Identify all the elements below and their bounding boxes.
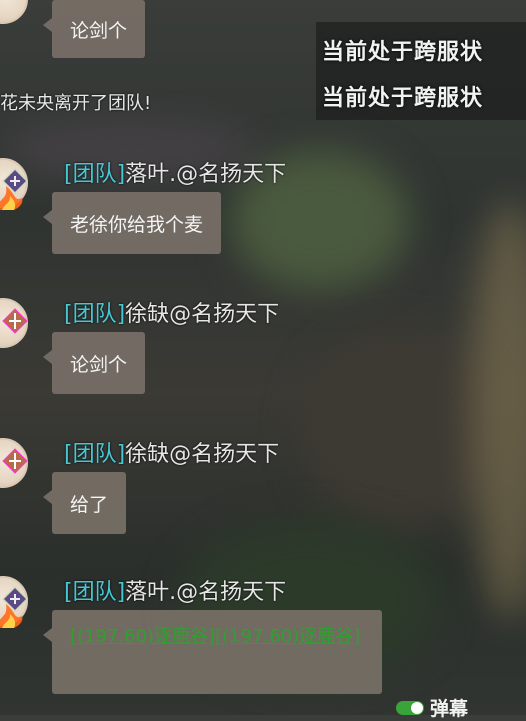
system-message: 花未央离开了团队! — [0, 93, 152, 114]
chat-bubble: 老徐你给我个麦 — [42, 192, 222, 254]
channel-tag: [团队] — [64, 442, 126, 467]
cross-server-notice-line: 当前处于跨服状 — [322, 86, 484, 111]
chat-bubble: 论剑个 — [42, 332, 146, 394]
channel-tag: [团队] — [64, 302, 126, 327]
cross-server-notice-line: 当前处于跨服状 — [322, 40, 484, 65]
channel-tag: [团队] — [64, 162, 126, 187]
sender-name-row[interactable]: [团队]落叶.@名扬天下 — [64, 574, 286, 606]
toggle-switch[interactable] — [396, 700, 424, 715]
danmu-label: 弹幕 — [430, 698, 469, 720]
sender-name-row[interactable]: [团队]落叶.@名扬天下 — [64, 156, 286, 188]
sender-name: 落叶.@名扬天下 — [125, 580, 287, 605]
sect-emblem-icon — [2, 308, 28, 334]
sender-name-row[interactable]: [团队]徐缺@名扬天下 — [64, 436, 279, 468]
channel-tag: [团队] — [64, 580, 126, 605]
sender-name: 徐缺@名扬天下 — [125, 442, 280, 467]
flame-frame-icon — [0, 604, 23, 628]
sender-name: 徐缺@名扬天下 — [125, 302, 280, 327]
message-text: 论剑个 — [70, 19, 128, 42]
sender-name-row[interactable]: [团队]徐缺@名扬天下 — [64, 296, 279, 328]
sender-name: 落叶.@名扬天下 — [125, 162, 287, 187]
chat-bubble: 给了 — [42, 472, 127, 534]
message-text: 给了 — [70, 493, 109, 516]
danmu-toggle[interactable]: 弹幕 — [396, 694, 468, 721]
map-location-link[interactable]: [(197.60)逐鹿谷] — [215, 626, 360, 647]
message-text: 论剑个 — [70, 353, 128, 376]
message-text: 老徐你给我个麦 — [70, 213, 204, 236]
sect-emblem-icon — [2, 448, 28, 474]
flame-frame-icon — [0, 186, 23, 210]
chat-bubble: 论剑个 — [42, 0, 146, 58]
chat-bubble: [(197.60)逐鹿谷][(197.60)逐鹿谷] — [43, 610, 382, 694]
map-location-link[interactable]: [(197.60)逐鹿谷] — [70, 626, 215, 647]
